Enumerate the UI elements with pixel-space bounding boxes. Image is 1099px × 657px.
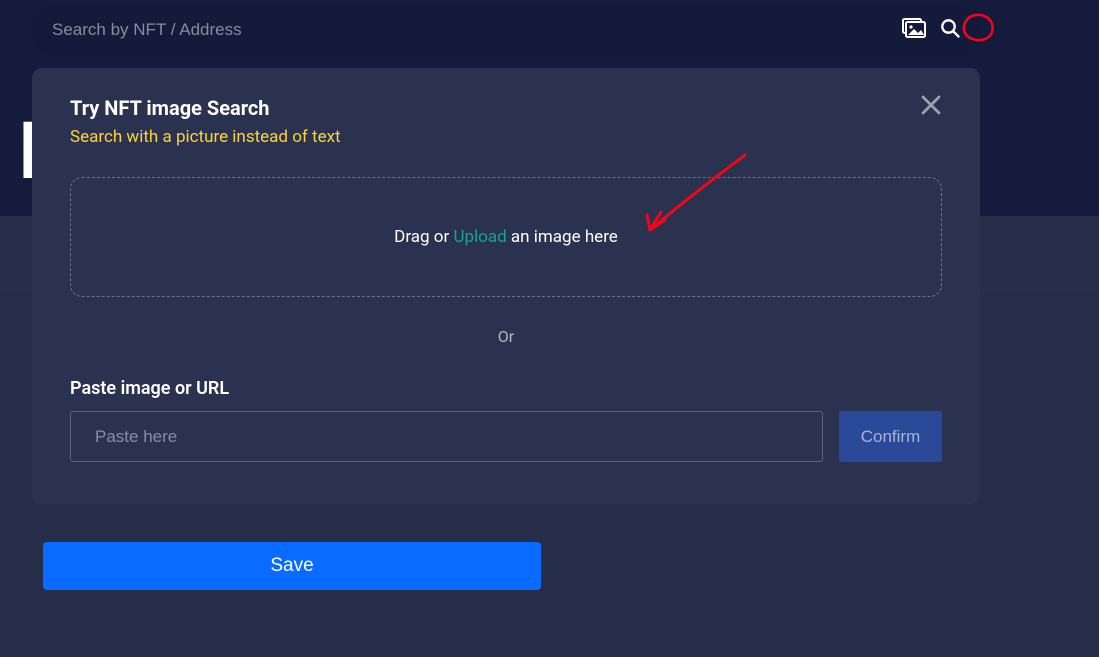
modal-subtitle: Search with a picture instead of text [70,127,341,147]
image-search-modal: Try NFT image Search Search with a pictu… [32,68,980,504]
upload-link[interactable]: Upload [453,227,506,247]
close-icon[interactable] [920,94,942,120]
drop-zone[interactable]: Drag or Upload an image here [70,177,942,297]
or-divider: Or [70,327,942,346]
paste-url-input[interactable] [70,411,823,462]
paste-label: Paste image or URL [70,378,942,399]
search-input[interactable] [52,20,902,40]
search-icon[interactable] [940,18,960,42]
save-button[interactable]: Save [43,542,541,590]
image-icon[interactable] [902,18,926,42]
drop-text-post: an image here [507,227,618,247]
confirm-button[interactable]: Confirm [839,411,942,462]
search-bar[interactable] [32,5,980,55]
modal-title: Try NFT image Search [70,96,341,120]
drop-text-pre: Drag or [394,227,453,247]
